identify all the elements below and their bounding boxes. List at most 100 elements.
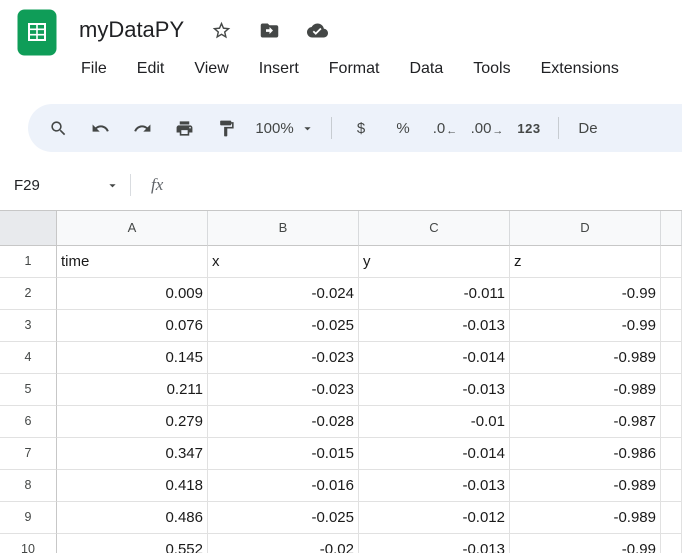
- currency-format-button[interactable]: $: [341, 112, 381, 144]
- cell-A9[interactable]: 0.486: [57, 502, 208, 534]
- font-family-dropdown[interactable]: De: [568, 112, 608, 144]
- select-all-corner[interactable]: [0, 211, 57, 246]
- cell-C8[interactable]: -0.013: [359, 470, 510, 502]
- menu-view[interactable]: View: [179, 56, 243, 82]
- print-button[interactable]: [164, 112, 204, 144]
- toolbar-divider: [331, 117, 332, 139]
- cell-E9[interactable]: [661, 502, 682, 534]
- cell-E6[interactable]: [661, 406, 682, 438]
- grid-header-row: ABCD: [0, 210, 682, 246]
- cell-E10[interactable]: [661, 534, 682, 553]
- cell-A1[interactable]: time: [57, 246, 208, 278]
- row-header-5[interactable]: 5: [0, 374, 57, 406]
- cell-B5[interactable]: -0.023: [208, 374, 359, 406]
- menu-tools[interactable]: Tools: [458, 56, 525, 82]
- cell-E7[interactable]: [661, 438, 682, 470]
- column-header-a[interactable]: A: [57, 211, 208, 246]
- cell-B7[interactable]: -0.015: [208, 438, 359, 470]
- cell-C7[interactable]: -0.014: [359, 438, 510, 470]
- cell-D3[interactable]: -0.99: [510, 310, 661, 342]
- cell-B9[interactable]: -0.025: [208, 502, 359, 534]
- menu-extensions[interactable]: Extensions: [526, 56, 634, 82]
- column-header-d[interactable]: D: [510, 211, 661, 246]
- cell-B10[interactable]: -0.02: [208, 534, 359, 553]
- menu-insert[interactable]: Insert: [244, 56, 314, 82]
- cell-D1[interactable]: z: [510, 246, 661, 278]
- row-header-2[interactable]: 2: [0, 278, 57, 310]
- cell-C10[interactable]: -0.013: [359, 534, 510, 553]
- document-title[interactable]: myDataPY: [79, 17, 184, 43]
- star-icon[interactable]: [210, 19, 232, 41]
- menu-format[interactable]: Format: [314, 56, 395, 82]
- cell-D7[interactable]: -0.986: [510, 438, 661, 470]
- row-header-8[interactable]: 8: [0, 470, 57, 502]
- cell-C3[interactable]: -0.013: [359, 310, 510, 342]
- menubar: File Edit View Insert Format Data Tools …: [66, 56, 634, 82]
- name-box[interactable]: F29: [0, 177, 130, 194]
- column-header-c[interactable]: C: [359, 211, 510, 246]
- toolbar-divider: [558, 117, 559, 139]
- cell-B2[interactable]: -0.024: [208, 278, 359, 310]
- redo-button[interactable]: [122, 112, 162, 144]
- menu-data[interactable]: Data: [394, 56, 458, 82]
- cell-C4[interactable]: -0.014: [359, 342, 510, 374]
- row-header-1[interactable]: 1: [0, 246, 57, 278]
- cell-E5[interactable]: [661, 374, 682, 406]
- cell-A10[interactable]: 0.552: [57, 534, 208, 553]
- sheet-row-4: 40.145-0.023-0.014-0.989: [0, 342, 682, 374]
- cloud-status-icon[interactable]: [306, 19, 328, 41]
- cell-D5[interactable]: -0.989: [510, 374, 661, 406]
- search-icon[interactable]: [38, 112, 78, 144]
- arrow-right-icon: →: [492, 125, 503, 137]
- cell-D9[interactable]: -0.989: [510, 502, 661, 534]
- menu-edit[interactable]: Edit: [122, 56, 180, 82]
- row-header-6[interactable]: 6: [0, 406, 57, 438]
- row-header-3[interactable]: 3: [0, 310, 57, 342]
- cell-A3[interactable]: 0.076: [57, 310, 208, 342]
- cell-A7[interactable]: 0.347: [57, 438, 208, 470]
- cell-D2[interactable]: -0.99: [510, 278, 661, 310]
- cell-B8[interactable]: -0.016: [208, 470, 359, 502]
- cell-E2[interactable]: [661, 278, 682, 310]
- paint-format-button[interactable]: [206, 112, 246, 144]
- cell-C2[interactable]: -0.011: [359, 278, 510, 310]
- cell-D10[interactable]: -0.99: [510, 534, 661, 553]
- undo-button[interactable]: [80, 112, 120, 144]
- formula-bar: F29 fx: [0, 160, 682, 210]
- cell-A5[interactable]: 0.211: [57, 374, 208, 406]
- cell-E1[interactable]: [661, 246, 682, 278]
- percent-format-button[interactable]: %: [383, 112, 423, 144]
- move-to-folder-icon[interactable]: [258, 19, 280, 41]
- cell-B3[interactable]: -0.025: [208, 310, 359, 342]
- cell-E4[interactable]: [661, 342, 682, 374]
- menu-file[interactable]: File: [66, 56, 122, 82]
- cell-A6[interactable]: 0.279: [57, 406, 208, 438]
- column-header-partial[interactable]: [661, 211, 682, 246]
- cell-C9[interactable]: -0.012: [359, 502, 510, 534]
- row-header-4[interactable]: 4: [0, 342, 57, 374]
- formula-input[interactable]: [163, 160, 682, 210]
- row-header-7[interactable]: 7: [0, 438, 57, 470]
- decrease-decimal-button[interactable]: .0←: [425, 112, 465, 144]
- cell-C1[interactable]: y: [359, 246, 510, 278]
- cell-E3[interactable]: [661, 310, 682, 342]
- cell-A4[interactable]: 0.145: [57, 342, 208, 374]
- row-header-10[interactable]: 10: [0, 534, 57, 553]
- cell-A8[interactable]: 0.418: [57, 470, 208, 502]
- increase-decimal-button[interactable]: .00→: [467, 112, 507, 144]
- cell-C6[interactable]: -0.01: [359, 406, 510, 438]
- row-header-9[interactable]: 9: [0, 502, 57, 534]
- column-header-b[interactable]: B: [208, 211, 359, 246]
- more-number-formats-button[interactable]: 123: [509, 112, 549, 144]
- cell-C5[interactable]: -0.013: [359, 374, 510, 406]
- cell-A2[interactable]: 0.009: [57, 278, 208, 310]
- cell-E8[interactable]: [661, 470, 682, 502]
- cell-D6[interactable]: -0.987: [510, 406, 661, 438]
- zoom-dropdown[interactable]: 100%: [248, 112, 322, 144]
- sheets-logo-icon[interactable]: [17, 9, 57, 56]
- cell-B1[interactable]: x: [208, 246, 359, 278]
- cell-B6[interactable]: -0.028: [208, 406, 359, 438]
- cell-D4[interactable]: -0.989: [510, 342, 661, 374]
- cell-D8[interactable]: -0.989: [510, 470, 661, 502]
- cell-B4[interactable]: -0.023: [208, 342, 359, 374]
